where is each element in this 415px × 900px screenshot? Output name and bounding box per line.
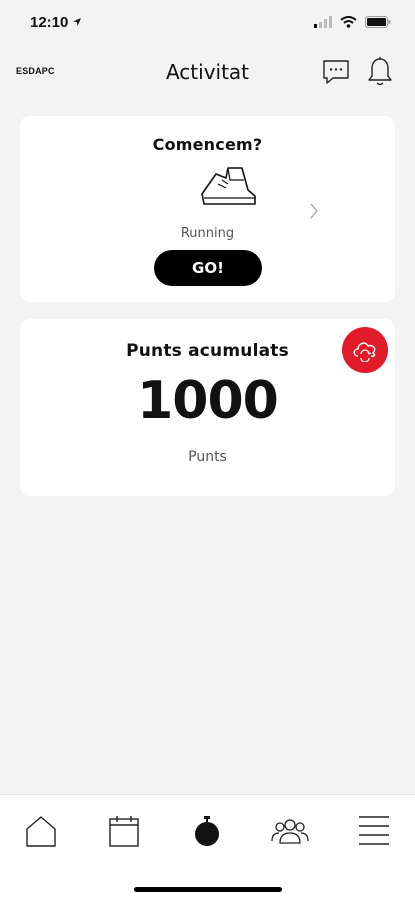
go-button[interactable]: GO! xyxy=(154,250,262,286)
stopwatch-icon xyxy=(195,816,219,846)
tab-menu[interactable] xyxy=(352,811,396,851)
group-icon xyxy=(271,819,309,844)
menu-icon xyxy=(359,816,389,845)
activity-type-label: Running xyxy=(180,226,235,241)
status-icons xyxy=(314,16,391,28)
bell-icon xyxy=(368,57,392,86)
tab-activity[interactable] xyxy=(185,811,229,851)
chat-icon xyxy=(323,60,349,84)
running-shoe-icon xyxy=(201,167,256,205)
home-indicator xyxy=(134,887,282,892)
tab-bar xyxy=(0,794,415,900)
notifications-button[interactable] xyxy=(365,56,395,88)
start-activity-card[interactable]: Comencem? Running GO! xyxy=(20,116,395,302)
battery-icon xyxy=(365,16,391,28)
messages-button[interactable] xyxy=(321,56,351,88)
tab-community[interactable] xyxy=(268,811,312,851)
status-bar: 12:10 xyxy=(0,0,415,44)
location-arrow-icon xyxy=(73,18,82,26)
home-icon xyxy=(26,816,56,847)
points-card-title: Punts acumulats xyxy=(126,341,289,361)
cloud-sync-icon xyxy=(353,342,376,362)
tab-home[interactable] xyxy=(19,811,63,851)
points-unit-label: Punts xyxy=(188,449,227,465)
status-time: 12:10 xyxy=(30,14,82,31)
points-card: Punts acumulats 1000 Punts xyxy=(20,319,395,496)
points-value: 1000 xyxy=(137,371,279,431)
start-card-title: Comencem? xyxy=(152,135,263,154)
status-time-text: 12:10 xyxy=(30,13,69,31)
calendar-icon xyxy=(109,816,139,847)
signal-icon xyxy=(314,16,332,28)
cloud-sync-button[interactable] xyxy=(342,327,388,373)
header-actions xyxy=(321,56,395,88)
tab-calendar[interactable] xyxy=(102,811,146,851)
app-header: ESDAPC Activitat xyxy=(0,44,415,102)
wifi-icon xyxy=(340,16,357,28)
chevron-right-icon[interactable] xyxy=(308,202,320,220)
